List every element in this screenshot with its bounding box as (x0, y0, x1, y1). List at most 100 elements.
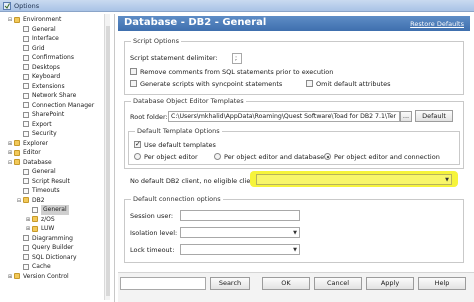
tree-expander-icon[interactable]: ⊞ (25, 217, 31, 223)
page-icon (23, 54, 29, 61)
page-icon (23, 168, 29, 175)
tree-item[interactable]: SharePoint (5, 110, 105, 120)
root-folder-input[interactable]: C:\Users\mkhalid\AppData\Roaming\Quest S… (168, 111, 400, 122)
tree-item[interactable]: Grid (5, 44, 105, 54)
page-icon (23, 92, 29, 99)
tree-item-label: Desktops (32, 63, 60, 71)
page-icon (23, 254, 29, 260)
tree-item[interactable]: Extensions (5, 82, 105, 92)
tree-item[interactable]: General (5, 205, 105, 215)
page-icon (23, 83, 29, 89)
tree-item-label: Network Share (32, 92, 77, 99)
default-client-label: No default DB2 client, no eligible clien… (130, 177, 263, 185)
ok-button[interactable]: OK (262, 277, 310, 290)
tree-item-label: Environment (23, 16, 62, 23)
tree-item[interactable]: Cache (5, 262, 105, 272)
tree-item[interactable]: Script Result (5, 177, 105, 187)
tree-item[interactable]: ⊟ Database (5, 158, 105, 168)
isolation-level-combo[interactable]: ▼ (180, 227, 300, 238)
radio-per-object-database[interactable] (214, 153, 221, 160)
tree-item-label: Interface (32, 35, 59, 42)
page-icon (23, 73, 29, 80)
tree-expander-icon[interactable]: ⊟ (7, 160, 13, 166)
tree-expander-icon[interactable]: ⊟ (16, 198, 22, 204)
page-icon (23, 235, 29, 241)
tree-item[interactable]: General (5, 25, 105, 35)
page-icon (23, 64, 29, 70)
tree-item[interactable]: Interface (5, 34, 105, 44)
default-connection-title: Default connection options (131, 195, 223, 203)
tree-item[interactable]: Timeouts (5, 186, 105, 196)
omit-defaults-checkbox[interactable] (306, 80, 313, 87)
restore-defaults-link[interactable]: Restore Defaults (410, 20, 464, 28)
tree-item-label: Diagramming (32, 234, 73, 242)
tree-item-label: Version Control (23, 272, 69, 280)
search-button[interactable]: Search (210, 277, 250, 290)
folder-icon (14, 159, 20, 165)
tree-expander-icon[interactable]: ⊟ (7, 17, 13, 23)
search-input[interactable] (120, 277, 206, 290)
folder-icon (32, 216, 38, 222)
lock-timeout-combo[interactable]: ▼ (180, 244, 300, 255)
lock-timeout-label: Lock timeout: (130, 246, 175, 254)
tree-item[interactable]: Query Builder (5, 243, 105, 253)
editor-templates-title: Database Object Editor Templates (131, 97, 246, 105)
radio-per-object-connection[interactable] (324, 153, 331, 160)
chevron-down-icon: ▼ (293, 247, 297, 253)
tree-expander-icon[interactable]: ⊞ (25, 226, 31, 232)
folder-icon (14, 140, 20, 146)
tree-item-label: General (32, 25, 56, 33)
apply-button[interactable]: Apply (366, 277, 414, 290)
radio-per-object-editor[interactable] (134, 153, 141, 160)
browse-folder-button[interactable]: ... (400, 111, 412, 122)
tree-item-label: Editor (23, 149, 41, 156)
radio-per-object-database-label: Per object editor and database (224, 153, 325, 161)
settings-content: Script Options Script statement delimite… (118, 31, 470, 272)
tree-expander-icon[interactable]: ⊞ (7, 274, 13, 280)
tree-item[interactable]: Desktops (5, 63, 105, 73)
tree-item[interactable]: ⊟ Environment (5, 15, 105, 25)
page-icon (32, 206, 38, 213)
tree-expander-icon[interactable]: ⊞ (7, 150, 13, 156)
tree-item-label: DB2 (32, 196, 45, 204)
tree-expander-icon[interactable]: ⊞ (7, 141, 13, 147)
chevron-down-icon: ▼ (293, 230, 297, 236)
tree-item[interactable]: Diagramming (5, 234, 105, 244)
tree-item[interactable]: ⊟ DB2 (5, 196, 105, 206)
use-default-templates-checkbox[interactable] (134, 140, 141, 148)
delimiter-input[interactable]: ; (232, 53, 242, 64)
tree-item[interactable]: General (5, 167, 105, 177)
cancel-button[interactable]: Cancel (314, 277, 362, 290)
tree-item[interactable]: ⊞ Explorer (5, 139, 105, 149)
tree-item[interactable]: SQL Dictionary (5, 253, 105, 263)
remove-comments-checkbox[interactable] (130, 68, 137, 75)
tree-item[interactable]: Confirmations (5, 53, 105, 63)
tree-item-label: Connection Manager (32, 101, 95, 109)
generate-scripts-checkbox[interactable] (130, 80, 137, 87)
tree-item[interactable]: Keyboard (5, 72, 105, 82)
tree-item-label: Query Builder (32, 244, 74, 251)
tree-item[interactable]: Export (5, 120, 105, 130)
help-button[interactable]: Help (418, 277, 466, 290)
page-icon (23, 111, 29, 118)
tree-item-label: Export (32, 120, 52, 128)
tree-item-label: Grid (32, 44, 45, 52)
tree-item[interactable]: ⊞ Editor (5, 148, 105, 158)
tree-item[interactable]: Connection Manager (5, 101, 105, 111)
remove-comments-label: Remove comments from SQL statements prio… (140, 68, 334, 76)
default-client-combo[interactable]: ▼ (256, 174, 452, 185)
tree-item[interactable]: ⊞ LUW (5, 224, 105, 234)
tree-scrollbar[interactable] (104, 14, 110, 300)
tree-item[interactable]: Network Share (5, 91, 105, 101)
tree-item-label: Explorer (23, 139, 48, 147)
tree-scroll-thumb[interactable] (106, 26, 110, 296)
radio-per-object-connection-label: Per object editor and connection (334, 153, 440, 161)
tree-item[interactable]: Security (5, 129, 105, 139)
tree-item[interactable]: ⊞ Version Control (5, 272, 105, 282)
options-tree[interactable]: ⊟ Environment General Interface Grid Confirma… (5, 14, 115, 302)
session-user-input[interactable] (180, 210, 300, 221)
tree-item[interactable]: ⊞ z/OS (5, 215, 105, 225)
tree-item-label: Extensions (32, 82, 65, 90)
default-folder-button[interactable]: Default (415, 110, 453, 122)
folder-icon (14, 16, 20, 23)
